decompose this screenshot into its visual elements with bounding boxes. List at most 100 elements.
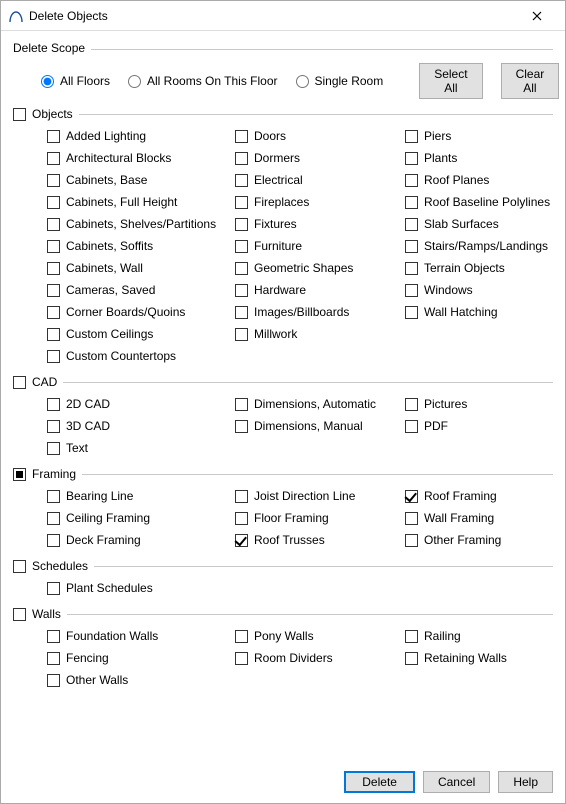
checkbox[interactable] [405, 306, 418, 319]
checkbox[interactable] [405, 512, 418, 525]
checkbox[interactable] [235, 512, 248, 525]
checkbox[interactable] [235, 262, 248, 275]
radio-all-floors[interactable]: All Floors [41, 74, 110, 88]
checkbox[interactable] [47, 130, 60, 143]
checkbox[interactable] [235, 420, 248, 433]
checkbox-item[interactable]: Slab Surfaces [405, 217, 553, 231]
checkbox-item[interactable]: Cabinets, Base [47, 173, 235, 187]
checkbox-item[interactable]: Wall Hatching [405, 305, 553, 319]
checkbox-item[interactable]: Piers [405, 129, 553, 143]
group-checkbox[interactable] [13, 108, 26, 121]
checkbox[interactable] [405, 652, 418, 665]
checkbox-item[interactable]: Cabinets, Full Height [47, 195, 235, 209]
close-button[interactable] [517, 1, 557, 31]
checkbox-item[interactable]: Furniture [235, 239, 405, 253]
checkbox[interactable] [47, 442, 60, 455]
checkbox[interactable] [235, 652, 248, 665]
checkbox-item[interactable]: Corner Boards/Quoins [47, 305, 235, 319]
checkbox-item[interactable]: Retaining Walls [405, 651, 553, 665]
group-checkbox[interactable] [13, 560, 26, 573]
checkbox-item[interactable]: Text [47, 441, 235, 455]
checkbox-item[interactable]: Dimensions, Automatic [235, 397, 405, 411]
checkbox[interactable] [47, 196, 60, 209]
radio-input[interactable] [296, 75, 309, 88]
checkbox-item[interactable]: Railing [405, 629, 553, 643]
checkbox-item[interactable]: Fencing [47, 651, 235, 665]
checkbox[interactable] [235, 398, 248, 411]
checkbox-item[interactable]: Roof Baseline Polylines [405, 195, 553, 209]
checkbox-item[interactable]: 2D CAD [47, 397, 235, 411]
checkbox-item[interactable]: Cameras, Saved [47, 283, 235, 297]
checkbox[interactable] [47, 152, 60, 165]
checkbox-item[interactable]: PDF [405, 419, 553, 433]
checkbox-item[interactable]: Plants [405, 151, 553, 165]
checkbox[interactable] [405, 218, 418, 231]
checkbox-item[interactable]: Geometric Shapes [235, 261, 405, 275]
checkbox-item[interactable]: Other Framing [405, 533, 553, 547]
checkbox-item[interactable]: Dormers [235, 151, 405, 165]
group-header-framing[interactable]: Framing [13, 467, 553, 481]
radio-input[interactable] [128, 75, 141, 88]
checkbox[interactable] [47, 630, 60, 643]
checkbox[interactable] [405, 130, 418, 143]
checkbox[interactable] [47, 284, 60, 297]
checkbox[interactable] [47, 328, 60, 341]
checkbox[interactable] [405, 174, 418, 187]
checkbox-item[interactable]: Cabinets, Wall [47, 261, 235, 275]
checkbox-item[interactable]: Bearing Line [47, 489, 235, 503]
group-checkbox[interactable] [13, 376, 26, 389]
checkbox[interactable] [47, 674, 60, 687]
checkbox[interactable] [47, 512, 60, 525]
checkbox[interactable] [235, 534, 248, 547]
checkbox[interactable] [405, 240, 418, 253]
clear-all-button[interactable]: Clear All [501, 63, 560, 99]
checkbox[interactable] [47, 398, 60, 411]
checkbox[interactable] [405, 398, 418, 411]
checkbox-item[interactable]: Hardware [235, 283, 405, 297]
group-checkbox[interactable] [13, 468, 26, 481]
group-header-cad[interactable]: CAD [13, 375, 553, 389]
checkbox[interactable] [235, 306, 248, 319]
group-header-walls[interactable]: Walls [13, 607, 553, 621]
radio-all-rooms-this-floor[interactable]: All Rooms On This Floor [128, 74, 277, 88]
checkbox[interactable] [235, 490, 248, 503]
checkbox-item[interactable]: Deck Framing [47, 533, 235, 547]
checkbox[interactable] [235, 174, 248, 187]
checkbox-item[interactable]: Stairs/Ramps/Landings [405, 239, 553, 253]
checkbox-item[interactable]: Architectural Blocks [47, 151, 235, 165]
checkbox-item[interactable]: 3D CAD [47, 419, 235, 433]
checkbox[interactable] [47, 582, 60, 595]
checkbox-item[interactable]: Doors [235, 129, 405, 143]
checkbox[interactable] [47, 350, 60, 363]
checkbox[interactable] [47, 262, 60, 275]
checkbox[interactable] [405, 490, 418, 503]
checkbox[interactable] [405, 284, 418, 297]
checkbox-item[interactable]: Added Lighting [47, 129, 235, 143]
checkbox[interactable] [235, 284, 248, 297]
group-header-schedules[interactable]: Schedules [13, 559, 553, 573]
checkbox[interactable] [405, 630, 418, 643]
checkbox-item[interactable]: Roof Planes [405, 173, 553, 187]
checkbox-item[interactable]: Other Walls [47, 673, 235, 687]
checkbox[interactable] [235, 328, 248, 341]
group-checkbox[interactable] [13, 608, 26, 621]
checkbox-item[interactable]: Electrical [235, 173, 405, 187]
checkbox-item[interactable]: Ceiling Framing [47, 511, 235, 525]
checkbox-item[interactable]: Custom Countertops [47, 349, 235, 363]
checkbox-item[interactable]: Cabinets, Soffits [47, 239, 235, 253]
checkbox[interactable] [235, 130, 248, 143]
radio-single-room[interactable]: Single Room [296, 74, 384, 88]
select-all-button[interactable]: Select All [419, 63, 482, 99]
checkbox[interactable] [47, 240, 60, 253]
checkbox-item[interactable]: Foundation Walls [47, 629, 235, 643]
checkbox[interactable] [405, 196, 418, 209]
checkbox-item[interactable]: Wall Framing [405, 511, 553, 525]
checkbox[interactable] [47, 174, 60, 187]
checkbox-item[interactable]: Fireplaces [235, 195, 405, 209]
checkbox-item[interactable]: Pictures [405, 397, 553, 411]
checkbox[interactable] [47, 534, 60, 547]
checkbox[interactable] [47, 306, 60, 319]
checkbox-item[interactable]: Pony Walls [235, 629, 405, 643]
checkbox[interactable] [47, 420, 60, 433]
delete-button[interactable]: Delete [344, 771, 415, 793]
